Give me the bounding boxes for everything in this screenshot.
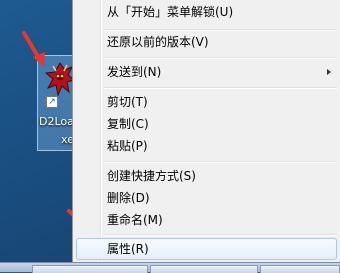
menu-item-label: 还原以前的版本(V): [107, 35, 209, 49]
menu-item-label: 重命名(M): [107, 213, 163, 227]
chevron-right-icon: [327, 69, 331, 75]
shortcut-label-line2: xe: [61, 133, 74, 146]
menu-item-label: 剪切(T): [107, 95, 148, 109]
menu-separator: [104, 87, 337, 89]
menu-item-unpin-start[interactable]: 从「开始」菜单解锁(U): [76, 1, 337, 23]
menu-item-label: 复制(C): [107, 117, 149, 131]
menu-item-copy[interactable]: 复制(C): [76, 113, 337, 135]
menu-item-label: 发送到(N): [107, 65, 162, 79]
context-menu: 从「开始」菜单解锁(U) 还原以前的版本(V) 发送到(N) 剪切(T) 复制(…: [72, 0, 340, 262]
menu-item-label: 从「开始」菜单解锁(U): [107, 5, 234, 19]
menu-item-label: 创建快捷方式(S): [107, 169, 196, 183]
menu-item-create-shortcut[interactable]: 创建快捷方式(S): [76, 165, 337, 187]
menu-separator: [104, 161, 337, 163]
menu-item-label: 删除(D): [107, 191, 150, 205]
menu-item-label: 粘贴(P): [107, 139, 148, 153]
menu-item-rename[interactable]: 重命名(M): [76, 209, 337, 231]
taskbar: [0, 262, 340, 273]
menu-item-send-to[interactable]: 发送到(N): [76, 61, 337, 83]
menu-separator: [104, 234, 337, 236]
menu-item-restore-previous-versions[interactable]: 还原以前的版本(V): [76, 31, 337, 53]
desktop-shortcut-label: D2Loa xe: [39, 113, 76, 151]
annotation-arrow-icon: [22, 31, 45, 67]
shortcut-label-line1: D2Loa: [39, 115, 74, 128]
menu-item-paste[interactable]: 粘贴(P): [76, 135, 337, 157]
menu-item-label: 属性(R): [107, 242, 149, 256]
menu-item-properties[interactable]: 属性(R): [76, 238, 337, 260]
shortcut-arrow-icon: ↗: [46, 96, 58, 108]
menu-separator: [104, 57, 337, 59]
menu-item-cut[interactable]: 剪切(T): [76, 91, 337, 113]
menu-item-delete[interactable]: 删除(D): [76, 187, 337, 209]
